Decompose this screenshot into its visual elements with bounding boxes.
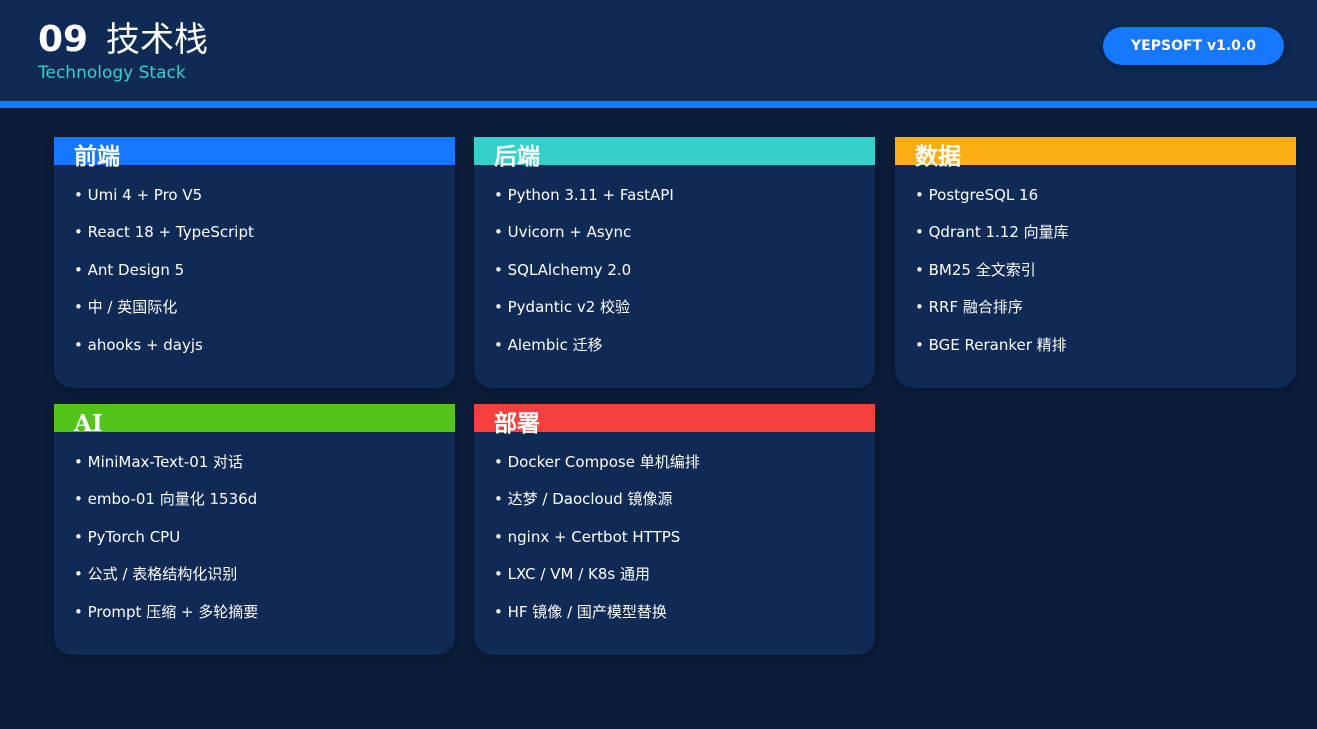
list-item: BM25 全文索引: [915, 258, 1069, 295]
list-item: 中 / 英国际化: [74, 295, 254, 332]
page-subtitle: Technology Stack: [38, 63, 186, 83]
card-list: PostgreSQL 16 Qdrant 1.12 向量库 BM25 全文索引 …: [915, 183, 1069, 370]
list-item: RRF 融合排序: [915, 295, 1069, 332]
list-item: 公式 / 表格结构化识别: [74, 562, 258, 599]
card-title: 部署: [494, 410, 540, 437]
list-item: BGE Reranker 精排: [915, 333, 1069, 370]
page-title: 技术栈: [106, 20, 208, 60]
list-item: Pydantic v2 校验: [494, 295, 674, 332]
card-list: Umi 4 + Pro V5 React 18 + TypeScript Ant…: [74, 183, 254, 370]
list-item: MiniMax-Text-01 对话: [74, 450, 258, 487]
list-item: Python 3.11 + FastAPI: [494, 183, 674, 220]
card-backend: 后端 Python 3.11 + FastAPI Uvicorn + Async…: [474, 137, 875, 388]
list-item: ahooks + dayjs: [74, 333, 254, 370]
list-item: embo-01 向量化 1536d: [74, 487, 258, 524]
list-item: PostgreSQL 16: [915, 183, 1069, 220]
card-frontend: 前端 Umi 4 + Pro V5 React 18 + TypeScript …: [54, 137, 455, 388]
list-item: SQLAlchemy 2.0: [494, 258, 674, 295]
card-title: AI: [74, 410, 103, 437]
card-title: 后端: [494, 143, 540, 170]
page-number: 09: [38, 19, 89, 60]
list-item: Ant Design 5: [74, 258, 254, 295]
list-item: Umi 4 + Pro V5: [74, 183, 254, 220]
header-accent-bar: [0, 101, 1317, 108]
card-list: Python 3.11 + FastAPI Uvicorn + Async SQ…: [494, 183, 674, 370]
list-item: React 18 + TypeScript: [74, 220, 254, 257]
list-item: Alembic 迁移: [494, 333, 674, 370]
card-title: 前端: [74, 143, 120, 170]
list-item: PyTorch CPU: [74, 525, 258, 562]
list-item: Prompt 压缩 + 多轮摘要: [74, 600, 259, 637]
card-list: Docker Compose 单机编排 达梦 / Daocloud 镜像源 ng…: [494, 450, 700, 637]
list-item: 达梦 / Daocloud 镜像源: [494, 487, 700, 524]
list-item: Uvicorn + Async: [494, 220, 674, 257]
card-ai: AI MiniMax-Text-01 对话 embo-01 向量化 1536d …: [54, 404, 455, 655]
card-list: MiniMax-Text-01 对话 embo-01 向量化 1536d PyT…: [74, 450, 259, 637]
list-item: Qdrant 1.12 向量库: [915, 220, 1069, 257]
list-item: Docker Compose 单机编排: [494, 450, 700, 487]
list-item: LXC / VM / K8s 通用: [494, 562, 700, 599]
list-item: HF 镜像 / 国产模型替换: [494, 600, 700, 637]
card-header-bar: [54, 404, 455, 432]
header: 09 技术栈 Technology Stack YEPSOFT v1.0.0: [0, 0, 1317, 101]
version-badge: YEPSOFT v1.0.0: [1103, 27, 1284, 65]
card-title: 数据: [915, 143, 961, 170]
list-item: nginx + Certbot HTTPS: [494, 525, 700, 562]
card-data: 数据 PostgreSQL 16 Qdrant 1.12 向量库 BM25 全文…: [895, 137, 1296, 388]
card-deploy: 部署 Docker Compose 单机编排 达梦 / Daocloud 镜像源…: [474, 404, 875, 655]
